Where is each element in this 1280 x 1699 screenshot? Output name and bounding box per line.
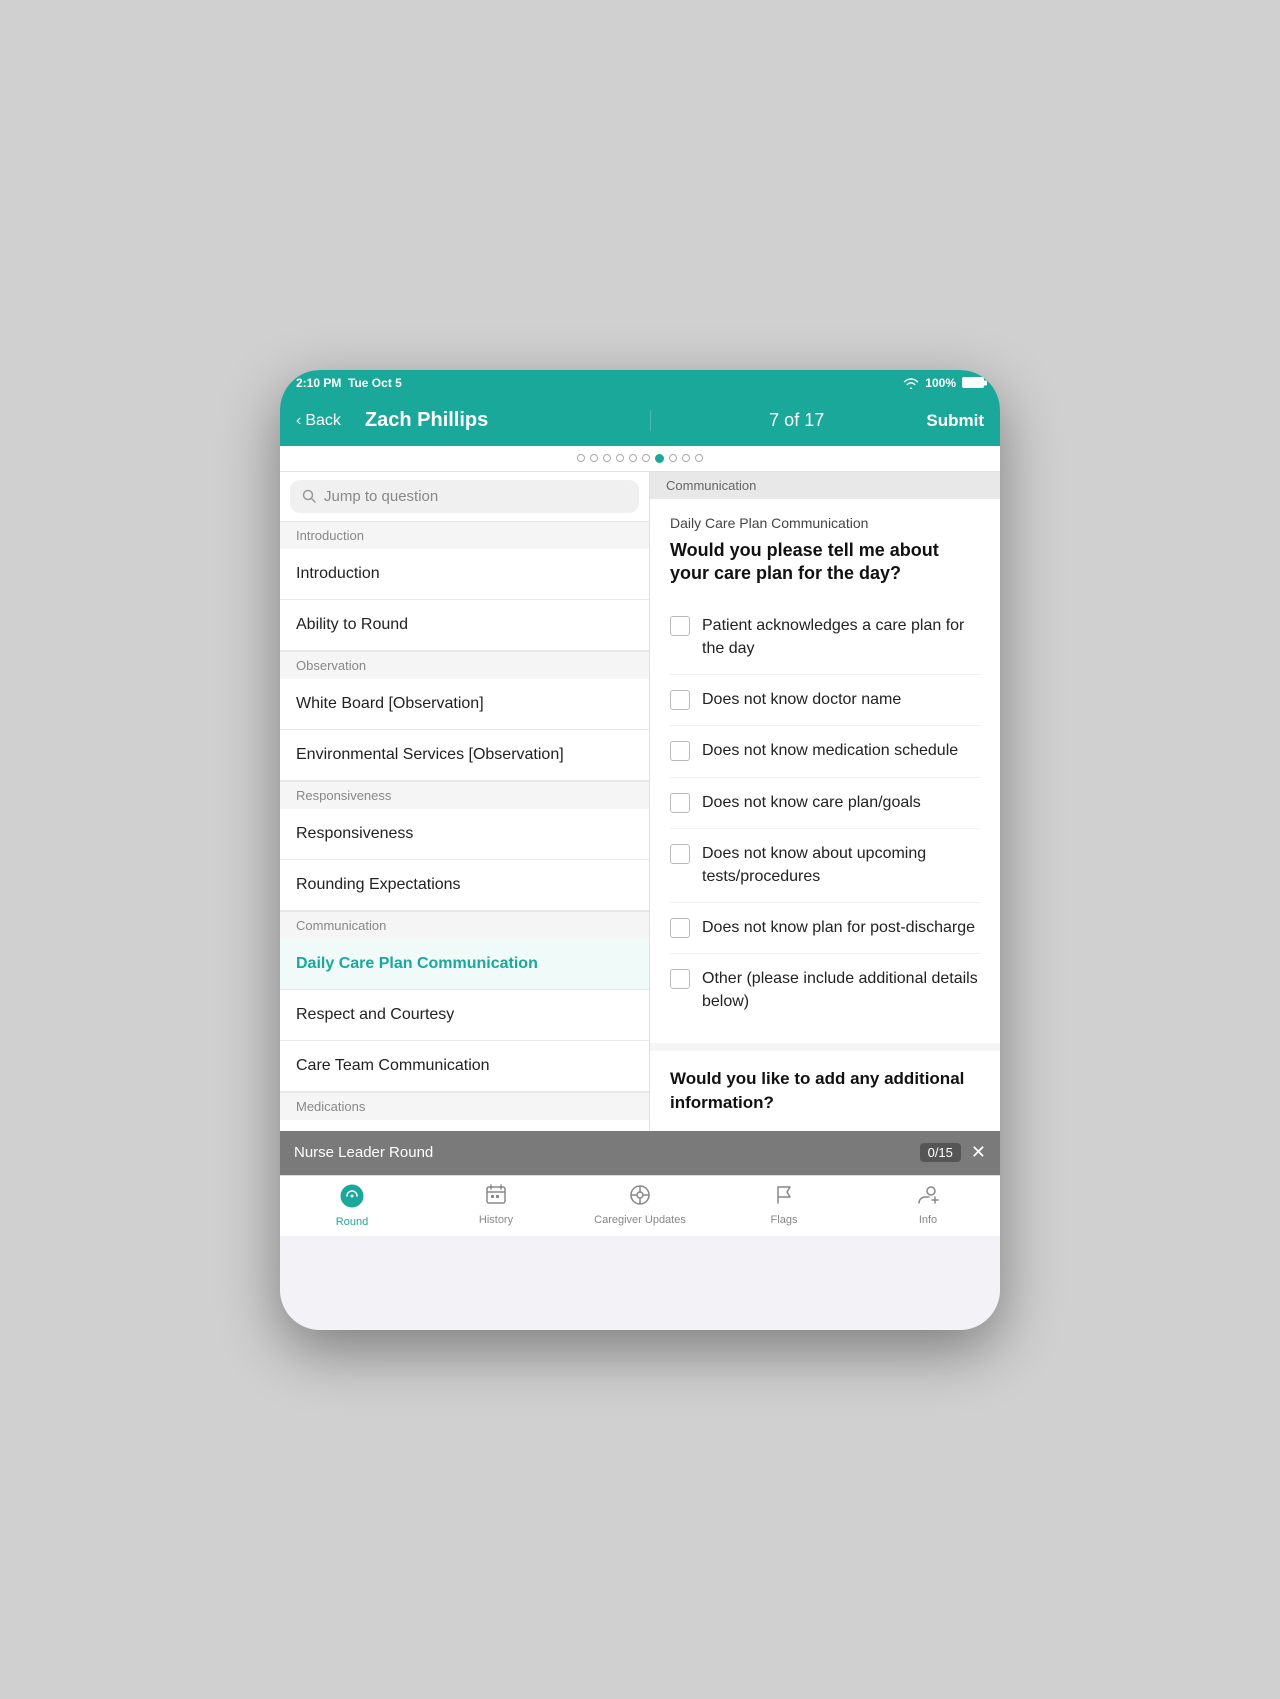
wifi-icon — [903, 377, 919, 389]
app-header: ‹ Back Zach Phillips 7 of 17 Submit — [280, 396, 1000, 446]
submit-button[interactable]: Submit — [926, 411, 984, 431]
sidebar-item-environmental[interactable]: Environmental Services [Observation] — [280, 730, 649, 781]
bottom-section: Nurse Leader Round 0/15 ✕ Round — [280, 1131, 1000, 1236]
checkbox-label-5: Does not know about upcoming tests/proce… — [702, 843, 980, 888]
checkbox-item-1[interactable]: Patient acknowledges a care plan for the… — [670, 601, 980, 675]
dot-3 — [603, 454, 611, 462]
sidebar: Jump to question Introduction Introducti… — [280, 472, 650, 1131]
checkbox-label-1: Patient acknowledges a care plan for the… — [702, 615, 980, 660]
checkbox-3[interactable] — [670, 741, 690, 761]
checkbox-label-3: Does not know medication schedule — [702, 740, 958, 762]
checkbox-label-2: Does not know doctor name — [702, 689, 901, 711]
dot-5 — [629, 454, 637, 462]
history-icon — [485, 1184, 507, 1211]
device-frame: 2:10 PM Tue Oct 5 100% ‹ Back Zach Phill… — [280, 370, 1000, 1330]
round-label: Nurse Leader Round — [294, 1144, 433, 1161]
section-header-communication: Communication — [280, 911, 649, 939]
checkbox-item-7[interactable]: Other (please include additional details… — [670, 954, 980, 1027]
question-card: Daily Care Plan Communication Would you … — [650, 499, 1000, 1044]
search-placeholder: Jump to question — [324, 488, 438, 505]
tab-info[interactable]: Info — [856, 1176, 1000, 1236]
dot-7 — [655, 454, 664, 463]
checkbox-6[interactable] — [670, 918, 690, 938]
content-section-label: Communication — [650, 472, 1000, 499]
sidebar-item-care-team[interactable]: Care Team Communication — [280, 1041, 649, 1092]
header-right: 7 of 17 Submit — [650, 410, 1000, 431]
dot-6 — [642, 454, 650, 462]
battery-text: 100% — [925, 376, 956, 390]
status-right: 100% — [903, 376, 984, 390]
section-header-responsiveness: Responsiveness — [280, 781, 649, 809]
sidebar-item-whiteboard[interactable]: White Board [Observation] — [280, 679, 649, 730]
search-icon — [302, 489, 316, 503]
close-button[interactable]: ✕ — [971, 1142, 986, 1163]
additional-info-title: Would you like to add any additional inf… — [670, 1067, 980, 1115]
header-left: ‹ Back Zach Phillips — [280, 409, 650, 432]
round-icon — [340, 1184, 364, 1213]
checkbox-label-4: Does not know care plan/goals — [702, 792, 921, 814]
section-header-introduction: Introduction — [280, 521, 649, 549]
round-badge: 0/15 — [920, 1143, 961, 1162]
dot-1 — [577, 454, 585, 462]
tab-caregiver[interactable]: Caregiver Updates — [568, 1176, 712, 1236]
patient-name: Zach Phillips — [365, 409, 488, 432]
progress-dots — [280, 446, 1000, 472]
sidebar-item-introduction[interactable]: Introduction — [280, 549, 649, 600]
sidebar-item-rounding-expectations[interactable]: Rounding Expectations — [280, 860, 649, 911]
dot-2 — [590, 454, 598, 462]
checkbox-item-2[interactable]: Does not know doctor name — [670, 675, 980, 726]
checkbox-item-6[interactable]: Does not know plan for post-discharge — [670, 903, 980, 954]
tab-label-round: Round — [336, 1216, 368, 1228]
content-area: Communication Daily Care Plan Communicat… — [650, 472, 1000, 1131]
additional-info-card: Would you like to add any additional inf… — [650, 1051, 1000, 1131]
checkbox-item-4[interactable]: Does not know care plan/goals — [670, 778, 980, 829]
sidebar-item-responsiveness[interactable]: Responsiveness — [280, 809, 649, 860]
checkbox-label-6: Does not know plan for post-discharge — [702, 917, 975, 939]
info-icon — [917, 1184, 939, 1211]
checkbox-2[interactable] — [670, 690, 690, 710]
tab-bar: Round History — [280, 1175, 1000, 1236]
caregiver-icon — [629, 1184, 651, 1211]
dot-9 — [682, 454, 690, 462]
sidebar-item-respect-courtesy[interactable]: Respect and Courtesy — [280, 990, 649, 1041]
tab-flags[interactable]: Flags — [712, 1176, 856, 1236]
dot-10 — [695, 454, 703, 462]
tab-label-history: History — [479, 1214, 513, 1226]
question-category: Daily Care Plan Communication — [670, 515, 980, 531]
flags-icon — [773, 1184, 795, 1211]
progress-indicator: 7 of 17 — [667, 410, 926, 431]
checkbox-4[interactable] — [670, 793, 690, 813]
tab-label-flags: Flags — [771, 1214, 798, 1226]
nurse-leader-round-bar: Nurse Leader Round 0/15 ✕ — [280, 1131, 1000, 1175]
tab-label-info: Info — [919, 1214, 937, 1226]
checkbox-item-3[interactable]: Does not know medication schedule — [670, 726, 980, 777]
sidebar-item-daily-care-plan[interactable]: Daily Care Plan Communication — [280, 939, 649, 990]
sidebar-item-ability-to-round[interactable]: Ability to Round — [280, 600, 649, 651]
tab-label-caregiver: Caregiver Updates — [594, 1214, 686, 1226]
checkbox-item-5[interactable]: Does not know about upcoming tests/proce… — [670, 829, 980, 903]
status-bar: 2:10 PM Tue Oct 5 100% — [280, 370, 1000, 396]
tab-round[interactable]: Round — [280, 1176, 424, 1236]
question-title: Would you please tell me about your care… — [670, 539, 980, 586]
section-header-observation: Observation — [280, 651, 649, 679]
tab-history[interactable]: History — [424, 1176, 568, 1236]
dot-4 — [616, 454, 624, 462]
dot-8 — [669, 454, 677, 462]
search-bar[interactable]: Jump to question — [290, 480, 639, 513]
checkbox-1[interactable] — [670, 616, 690, 636]
status-time: 2:10 PM Tue Oct 5 — [296, 376, 402, 390]
back-button[interactable]: ‹ Back — [296, 412, 341, 430]
checkbox-label-7: Other (please include additional details… — [702, 968, 980, 1013]
battery-icon — [962, 377, 984, 388]
checkbox-5[interactable] — [670, 844, 690, 864]
section-header-medications: Medications — [280, 1092, 649, 1120]
main-layout: Jump to question Introduction Introducti… — [280, 472, 1000, 1131]
checkbox-7[interactable] — [670, 969, 690, 989]
